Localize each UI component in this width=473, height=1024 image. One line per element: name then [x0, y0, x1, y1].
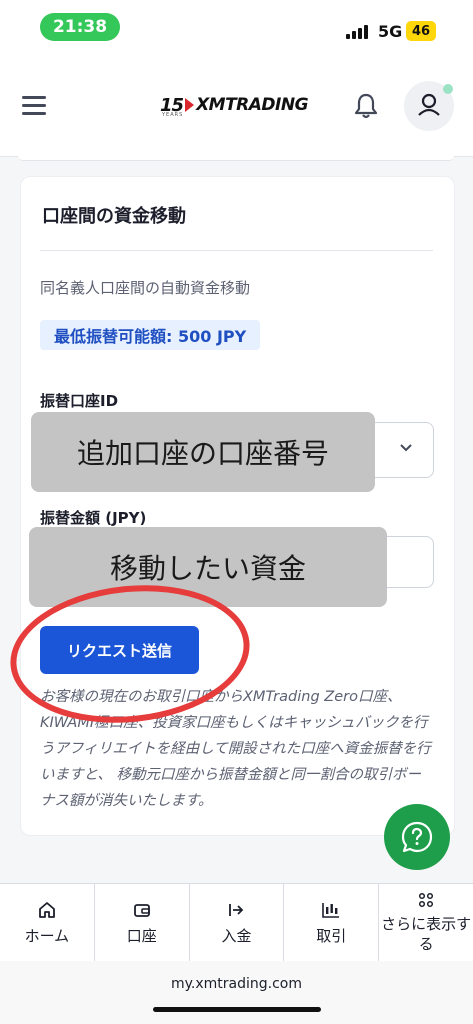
battery-icon: 46: [406, 21, 436, 41]
nav-item-home[interactable]: ホーム: [0, 884, 95, 962]
nav-label-home: ホーム: [24, 926, 70, 945]
home-indicator[interactable]: [153, 1007, 321, 1012]
card-subtitle: 同名義人口座間の自動資金移動: [40, 279, 251, 297]
previous-section-edge: [18, 156, 454, 161]
network-label: 5G: [378, 22, 403, 41]
grid-icon: [419, 892, 434, 908]
online-status-dot: [443, 84, 453, 94]
card-title: 口座間の資金移動: [42, 206, 186, 227]
nav-item-trade[interactable]: 取引: [284, 884, 380, 962]
hamburger-menu-icon[interactable]: [22, 96, 46, 116]
bottom-navigation: ホーム 口座 入金 取引 さらに表示する: [0, 883, 473, 962]
browser-url-text[interactable]: my.xmtrading.com: [0, 976, 473, 992]
nav-item-more[interactable]: さらに表示する: [379, 884, 473, 962]
nav-label-more: さらに表示する: [381, 915, 472, 953]
logo-text: XMTRADING: [196, 95, 309, 115]
bell-icon[interactable]: [353, 92, 379, 120]
signal-icon: [346, 23, 368, 39]
nav-label-trade: 取引: [316, 926, 347, 945]
wallet-icon: [133, 903, 150, 917]
account-id-label: 振替口座ID: [40, 392, 119, 410]
chevron-down-icon[interactable]: [398, 440, 414, 456]
home-icon: [38, 901, 55, 918]
xmtrading-logo[interactable]: 15 XMTRADING YEARS: [160, 92, 310, 119]
help-chat-button[interactable]: [384, 804, 450, 870]
browser-url-bar[interactable]: [0, 961, 473, 1024]
candlestick-icon: [322, 902, 340, 918]
nav-item-deposit[interactable]: 入金: [190, 884, 285, 962]
nav-label-account: 口座: [126, 926, 157, 945]
status-time: 21:38: [40, 13, 120, 41]
card-divider: [40, 250, 433, 251]
nav-item-account[interactable]: 口座: [95, 884, 190, 962]
question-bubble-icon: [401, 821, 433, 853]
min-transfer-badge: 最低振替可能額: 500 JPY: [40, 320, 261, 350]
logo-years: YEARS: [162, 112, 184, 118]
nav-label-deposit: 入金: [221, 926, 252, 945]
account-annotation-overlay: 追加口座の口座番号: [31, 412, 375, 492]
amount-label: 振替金額 (JPY): [40, 509, 147, 527]
deposit-arrow-icon: [229, 903, 244, 916]
logo-arrow-icon: [185, 98, 195, 112]
